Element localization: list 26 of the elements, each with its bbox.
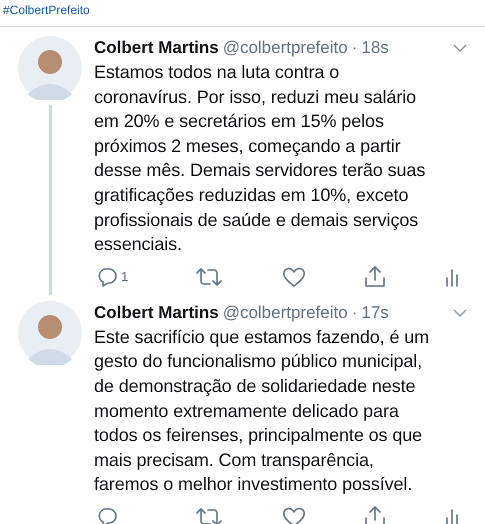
avatar[interactable] [18, 300, 82, 365]
tweet-text: Estamos todos na luta contra o coronavírus. Por isso, reduzi meu salário em 20% e secretários em 15% pelos próximos 2 meses, começando a partir desse mês. Demais servidores terão suas gratificações reduzidas em 10%, exceto profissionais de saúde e demais serviços essenciais. [94, 61, 426, 256]
chevron-down-icon[interactable] [453, 44, 467, 52]
analytics-icon[interactable] [445, 266, 459, 287]
user-name: Colbert Martins [94, 302, 219, 323]
share-icon[interactable] [364, 506, 386, 524]
share-icon[interactable] [364, 266, 386, 288]
separator-dot: · [352, 302, 358, 323]
retweet-icon[interactable] [194, 506, 223, 524]
timestamp: 17s [361, 302, 389, 323]
heart-icon[interactable] [282, 506, 306, 524]
separator-dot: · [352, 38, 358, 58]
analytics-icon[interactable] [445, 506, 459, 524]
user-name: Colbert Martins [94, 38, 219, 58]
reply-icon[interactable] [96, 506, 118, 524]
user-handle: @colbertprefeito [222, 38, 348, 58]
user-handle: @colbertprefeito [222, 302, 348, 323]
tweet-text: Este sacrifício que estamos fazendo, é um gesto do funcionalismo público municipal, de demonstração de solidariedade neste momento extremamente delicado para todos os feirenses, principalmente os que mais precisam. Com transparência, faremos o melhor investimento possível. [94, 326, 430, 496]
chevron-down-icon[interactable] [453, 308, 467, 317]
reply-icon[interactable] [96, 266, 118, 287]
heart-icon[interactable] [282, 266, 306, 288]
retweet-icon[interactable] [194, 266, 223, 287]
hashtag-link[interactable]: #ColbertPrefeito [3, 3, 90, 17]
avatar[interactable] [18, 36, 82, 100]
timestamp: 18s [361, 38, 389, 58]
reply-count: 1 [121, 269, 128, 284]
